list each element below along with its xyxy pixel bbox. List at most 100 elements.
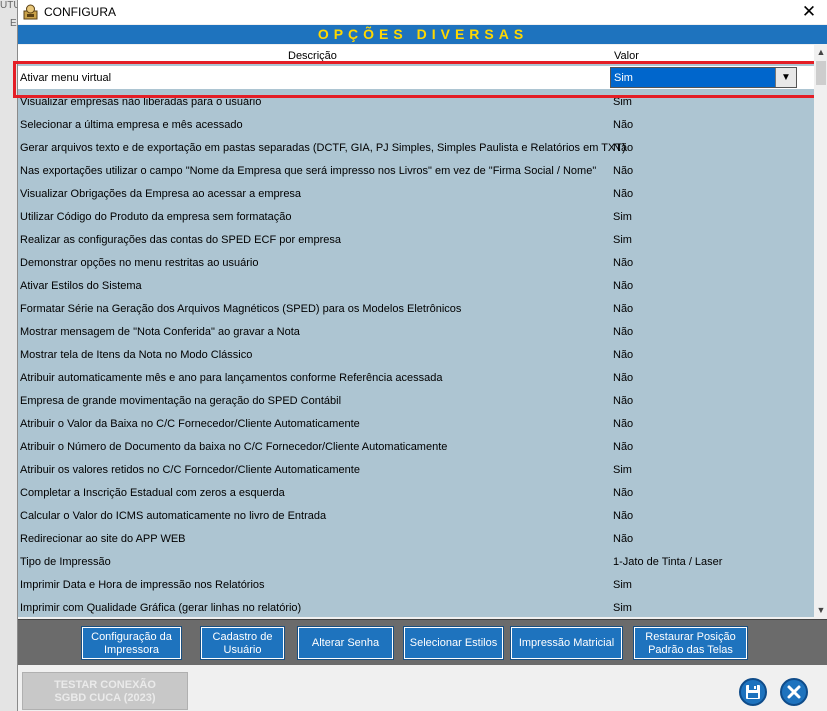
row-description: Calcular o Valor do ICMS automaticamente… [20,510,327,522]
row-value: Não [613,418,634,430]
option-row[interactable]: Demonstrar opções no menu restritas ao u… [18,251,814,274]
option-row[interactable]: Visualizar empresas não liberadas para o… [18,90,814,113]
row-description: Selecionar a última empresa e mês acessa… [20,119,243,131]
row-value: Não [613,487,634,499]
row-value: Sim [613,464,632,476]
scrollbar-thumb[interactable] [816,61,826,85]
row-description: Visualizar empresas não liberadas para o… [20,96,262,108]
option-row[interactable]: Visualizar Obrigações da Empresa ao aces… [18,182,814,205]
section-title: OPÇÕES DIVERSAS [18,25,827,44]
row-description: Empresa de grande movimentação na geraçã… [20,395,342,407]
option-row[interactable]: Completar a Inscrição Estadual com zeros… [18,481,814,504]
row-description: Atribuir os valores retidos no C/C Fornc… [20,464,360,476]
row-description: Nas exportações utilizar o campo "Nome d… [20,165,597,177]
row-value: Não [613,119,634,131]
row-value: Sim [613,211,632,223]
row-value: Não [613,257,634,269]
row-value: Não [613,303,634,315]
row-description: Redirecionar ao site do APP WEB [20,533,186,545]
row-description: Ativar menu virtual [20,72,112,84]
column-header-value: Valor [614,50,639,62]
row-value: Não [613,142,634,154]
option-row[interactable]: Atribuir automaticamente mês e ano para … [18,366,814,389]
option-row[interactable]: Calcular o Valor do ICMS automaticamente… [18,504,814,527]
test-connection-button[interactable]: TESTAR CONEXÃO SGBD CUCA (2023) [22,672,188,710]
background-window-strip: UTU E [0,0,21,711]
app-icon [23,4,38,20]
column-header-description: Descrição [288,50,337,62]
option-row[interactable]: Mostrar mensagem de "Nota Conferida" ao … [18,320,814,343]
row-description: Mostrar tela de Itens da Nota no Modo Cl… [20,349,253,361]
row-description: Imprimir Data e Hora de impressão nos Re… [20,579,265,591]
test-connection-label-2: SGBD CUCA (2023) [54,692,156,704]
row-description: Demonstrar opções no menu restritas ao u… [20,257,259,269]
option-row[interactable]: Formatar Série na Geração dos Arquivos M… [18,297,814,320]
row-value: Não [613,372,634,384]
dropdown-arrow-icon[interactable]: ▼ [775,68,796,87]
action-toolbar: Configuração da Impressora Cadastro de Usuá… [18,619,827,665]
option-row[interactable]: Atribuir o Número de Documento da baixa … [18,435,814,458]
row-value: Não [613,395,634,407]
matrix-printing-button[interactable]: Impressão Matricial [510,626,623,660]
button-label: Impressora [103,644,160,656]
column-header: Descrição Valor [18,45,827,62]
option-row[interactable]: Mostrar tela de Itens da Nota no Modo Cl… [18,343,814,366]
select-value: Sim [614,72,633,84]
row-value: Não [613,510,634,522]
button-label: Padrão das Telas [648,644,733,656]
option-row[interactable]: Atribuir os valores retidos no C/C Fornc… [18,458,814,481]
row-value: Sim [613,234,632,246]
scroll-up-icon[interactable]: ▲ [814,45,827,59]
button-label: Impressão Matricial [518,637,615,649]
title-bar: CONFIGURA ✕ [18,0,827,24]
restore-screen-position-button[interactable]: Restaurar Posição Padrão das Telas [633,626,748,660]
option-row[interactable]: Ativar Estilos do Sistema Não [18,274,814,297]
row-value: Sim [613,602,632,614]
option-row[interactable]: Tipo de Impressão 1-Jato de Tinta / Laser [18,550,814,573]
button-label: Usuário [223,644,262,656]
option-row[interactable]: Redirecionar ao site do APP WEB Não [18,527,814,550]
option-row[interactable]: Atribuir o Valor da Baixa no C/C Fornece… [18,412,814,435]
background-text: E [10,18,17,29]
row-value: Não [613,326,634,338]
row-description: Utilizar Código do Produto da empresa se… [20,211,292,223]
button-label: Alterar Senha [311,637,380,649]
option-row[interactable]: Imprimir Data e Hora de impressão nos Re… [18,573,814,596]
exit-icon[interactable] [780,678,808,706]
footer: TESTAR CONEXÃO SGBD CUCA (2023) [18,666,827,711]
selected-row[interactable]: Ativar menu virtual Sim ▼ [18,66,814,89]
option-row[interactable]: Selecionar a última empresa e mês acessa… [18,113,814,136]
save-icon[interactable] [739,678,767,706]
option-row[interactable]: Realizar as configurações das contas do … [18,228,814,251]
button-label: Selecionar Estilos [409,637,498,649]
option-row[interactable]: Nas exportações utilizar o campo "Nome d… [18,159,814,182]
close-icon[interactable]: ✕ [798,2,820,22]
option-row[interactable]: Empresa de grande movimentação na geraçã… [18,389,814,412]
row-value: Não [613,188,634,200]
printer-config-button[interactable]: Configuração da Impressora [81,626,182,660]
scroll-down-icon[interactable]: ▼ [814,603,827,617]
row-value: Não [613,165,634,177]
change-password-button[interactable]: Alterar Senha [297,626,394,660]
row-value: Não [613,441,634,453]
vertical-scrollbar[interactable]: ▲ ▼ [814,45,827,617]
row-description: Completar a Inscrição Estadual com zeros… [20,487,285,499]
select-styles-button[interactable]: Selecionar Estilos [403,626,504,660]
test-connection-label-1: TESTAR CONEXÃO [54,679,156,691]
option-row[interactable]: Gerar arquivos texto e de exportação em … [18,136,814,159]
row-description: Imprimir com Qualidade Gráfica (gerar li… [20,602,302,614]
row-description: Visualizar Obrigações da Empresa ao aces… [20,188,302,200]
row-description: Atribuir automaticamente mês e ano para … [20,372,443,384]
window-title: CONFIGURA [44,5,116,19]
config-window: CONFIGURA ✕ OPÇÕES DIVERSAS Descrição Va… [13,0,827,711]
user-registration-button[interactable]: Cadastro de Usuário [200,626,285,660]
row-value: Não [613,533,634,545]
option-row[interactable]: Imprimir com Qualidade Gráfica (gerar li… [18,596,814,617]
value-select[interactable]: Sim ▼ [610,67,797,88]
row-value: Não [613,349,634,361]
option-row[interactable]: Utilizar Código do Produto da empresa se… [18,205,814,228]
row-description: Tipo de Impressão [20,556,111,568]
row-value: Sim [613,96,632,108]
row-value: 1-Jato de Tinta / Laser [613,556,723,568]
row-description: Gerar arquivos texto e de exportação em … [20,142,626,154]
